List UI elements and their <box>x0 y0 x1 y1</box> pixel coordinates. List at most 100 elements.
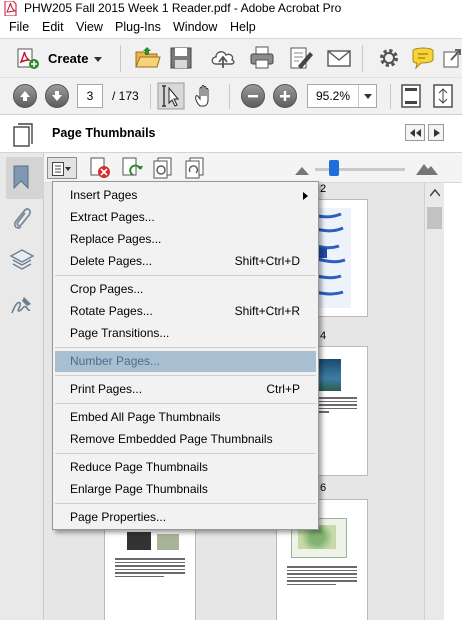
menu-item-delete-pages[interactable]: Delete Pages... Shift+Ctrl+D <box>55 251 316 272</box>
chevron-down-icon <box>94 57 102 62</box>
menu-separator <box>55 453 316 454</box>
toolbar-divider <box>229 84 230 109</box>
double-chevron-left-icon <box>410 129 421 137</box>
share-icon[interactable] <box>442 44 462 72</box>
menu-item-extract-pages[interactable]: Extract Pages... <box>55 207 316 228</box>
gear-icon[interactable] <box>375 44 403 72</box>
previous-page-button[interactable] <box>13 84 37 108</box>
menu-item-crop-pages[interactable]: Crop Pages... <box>55 279 316 300</box>
toolbar-divider <box>362 45 363 72</box>
menu-item-number-pages[interactable]: Number Pages... <box>55 351 316 372</box>
menu-bar: File Edit View Plug-Ins Window Help <box>0 17 462 38</box>
page-text-lines <box>115 558 185 579</box>
redo-page-icon[interactable] <box>184 157 206 179</box>
menu-item-enlarge-thumbnails[interactable]: Enlarge Page Thumbnails <box>55 479 316 500</box>
zoom-in-button[interactable] <box>273 84 297 108</box>
hand-tool-icon[interactable] <box>192 82 218 110</box>
attachment-icon[interactable] <box>10 205 32 231</box>
thumbnail-size-slider[interactable] <box>315 160 405 176</box>
document-edge <box>444 183 462 620</box>
expand-panel-button[interactable] <box>428 124 444 141</box>
comment-icon[interactable] <box>409 44 437 72</box>
insert-pages-icon[interactable] <box>152 157 174 179</box>
menu-view[interactable]: View <box>76 19 103 36</box>
create-button[interactable]: Create <box>8 44 108 72</box>
chevron-right-icon <box>434 129 440 137</box>
arrow-down-icon <box>52 91 62 101</box>
menu-item-reduce-thumbnails[interactable]: Reduce Page Thumbnails <box>55 457 316 478</box>
menu-item-replace-pages[interactable]: Replace Pages... <box>55 229 316 250</box>
toolbar-divider <box>150 84 151 109</box>
menu-item-remove-thumbnails[interactable]: Remove Embedded Page Thumbnails <box>55 429 316 450</box>
signature-icon[interactable] <box>10 295 34 317</box>
scroll-up-arrow-icon[interactable] <box>430 189 440 197</box>
minus-icon <box>248 95 258 98</box>
page-number-label: 4 <box>320 330 327 342</box>
options-context-menu: Insert Pages Extract Pages... Replace Pa… <box>52 181 319 530</box>
page-thumbnail[interactable] <box>104 523 196 620</box>
select-cursor-icon[interactable] <box>157 82 185 110</box>
title-bar: PHW205 Fall 2015 Week 1 Reader.pdf - Ado… <box>0 0 462 17</box>
zoom-out-button[interactable] <box>241 84 265 108</box>
create-pdf-icon <box>17 48 39 69</box>
window-title: PHW205 Fall 2015 Week 1 Reader.pdf - Ado… <box>24 1 342 15</box>
full-screen-icon[interactable] <box>430 83 456 109</box>
main-toolbar: Create <box>0 38 462 77</box>
menu-item-page-transitions[interactable]: Page Transitions... <box>55 323 316 344</box>
menu-separator <box>55 347 316 348</box>
thumbnails-panel-header: Page Thumbnails <box>0 115 462 153</box>
navigation-toolbar: 3 / 173 95.2% <box>0 77 462 115</box>
toolbar-divider <box>120 45 121 72</box>
menu-separator <box>55 375 316 376</box>
zoom-level-select[interactable]: 95.2% <box>307 84 377 108</box>
collapse-panel-button[interactable] <box>405 124 425 141</box>
menu-window[interactable]: Window <box>173 19 217 36</box>
toolbar-divider <box>390 84 391 109</box>
page-count: / 173 <box>112 89 139 103</box>
edit-pdf-icon[interactable] <box>286 44 314 72</box>
chevron-down-icon <box>364 94 372 99</box>
page-photo <box>157 534 179 550</box>
menu-item-insert-pages[interactable]: Insert Pages <box>55 185 316 206</box>
email-icon[interactable] <box>325 44 353 72</box>
zoom-dropdown-button[interactable] <box>358 85 376 107</box>
create-label: Create <box>48 51 89 66</box>
fit-page-icon[interactable] <box>398 83 424 109</box>
menu-plug-ins[interactable]: Plug-Ins <box>115 19 161 36</box>
print-icon[interactable] <box>248 44 276 72</box>
menu-separator <box>55 503 316 504</box>
menu-item-rotate-pages[interactable]: Rotate Pages... Shift+Ctrl+R <box>55 301 316 322</box>
bookmark-icon[interactable] <box>12 165 30 189</box>
menu-item-embed-thumbnails[interactable]: Embed All Page Thumbnails <box>55 407 316 428</box>
page-thumbnails-panel-icon[interactable] <box>12 123 34 147</box>
zoom-value: 95.2% <box>316 89 351 103</box>
plus-icon <box>280 91 290 101</box>
panel-title: Page Thumbnails <box>52 126 156 140</box>
slider-thumb[interactable] <box>329 160 339 176</box>
large-mountain-icon <box>416 164 438 175</box>
page-number-label: 6 <box>320 482 327 494</box>
menu-item-page-properties[interactable]: Page Properties... <box>55 507 316 528</box>
open-folder-icon[interactable] <box>133 44 161 72</box>
navigation-sidebar <box>0 153 44 620</box>
small-mountain-icon <box>295 167 309 175</box>
menu-separator <box>55 403 316 404</box>
page-number-label: 2 <box>320 183 327 195</box>
menu-item-print-pages[interactable]: Print Pages... Ctrl+P <box>55 379 316 400</box>
layers-icon[interactable] <box>9 248 35 272</box>
arrow-up-icon <box>20 91 30 101</box>
next-page-button[interactable] <box>45 84 69 108</box>
menu-file[interactable]: File <box>9 19 29 36</box>
thumbnails-toolbar <box>44 153 462 183</box>
rotate-page-icon[interactable] <box>121 157 143 179</box>
options-menu-button[interactable] <box>47 157 77 179</box>
scrollbar-thumb[interactable] <box>427 207 442 229</box>
upload-cloud-icon[interactable] <box>209 44 237 72</box>
save-icon[interactable] <box>167 44 195 72</box>
menu-help[interactable]: Help <box>230 19 256 36</box>
menu-edit[interactable]: Edit <box>42 19 64 36</box>
current-page-input[interactable]: 3 <box>77 84 103 108</box>
delete-page-icon[interactable] <box>89 157 111 179</box>
page-text-lines <box>287 566 357 587</box>
thumbnails-scrollbar[interactable] <box>424 183 444 620</box>
